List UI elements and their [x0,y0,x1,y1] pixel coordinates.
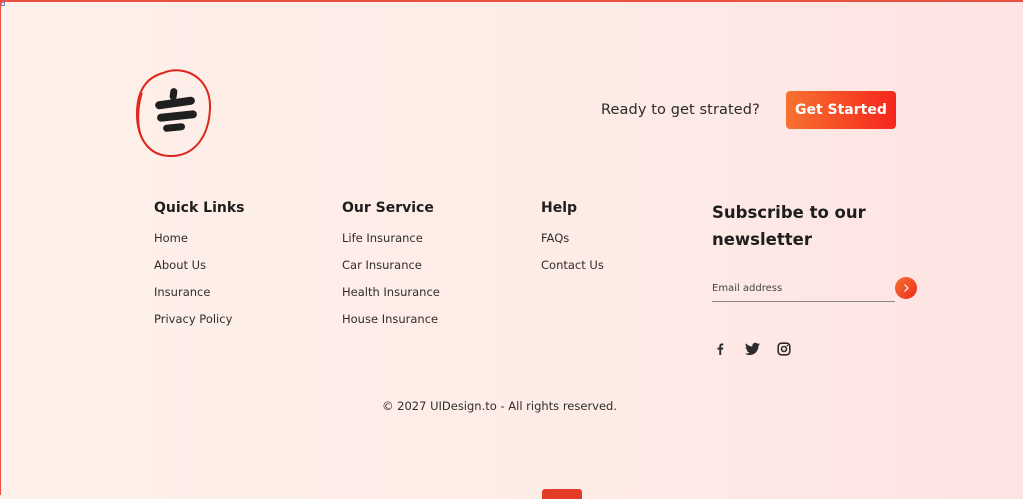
service-link-car-insurance[interactable]: Car Insurance [342,258,440,272]
our-service-column: Our Service Life Insurance Car Insurance… [342,199,440,339]
social-links [712,341,792,357]
twitter-link[interactable] [744,341,760,357]
subscribe-button[interactable] [895,277,917,299]
service-link-house-insurance[interactable]: House Insurance [342,312,440,326]
chevron-right-icon [904,284,909,292]
help-column: Help FAQs Contact Us [541,199,604,285]
cta-text: Ready to get strated? [601,102,760,118]
our-service-title: Our Service [342,200,434,216]
brand-logo[interactable] [133,64,215,160]
facebook-icon [717,343,724,355]
quick-links-column: Quick Links Home About Us Insurance Priv… [154,199,244,339]
quick-link-privacy-policy[interactable]: Privacy Policy [154,312,244,326]
instagram-icon [777,342,791,356]
service-link-health-insurance[interactable]: Health Insurance [342,285,440,299]
logo-icon [135,69,212,158]
facebook-link[interactable] [712,341,728,357]
quick-link-about-us[interactable]: About Us [154,258,244,272]
newsletter-section: Subscribe to our newsletter [712,199,922,356]
quick-link-insurance[interactable]: Insurance [154,285,244,299]
help-title: Help [541,200,578,216]
bottom-badge [542,489,582,499]
quick-link-home[interactable]: Home [154,231,244,245]
twitter-icon [744,342,760,355]
email-row [712,275,917,303]
help-link-faqs[interactable]: FAQs [541,231,604,245]
service-link-life-insurance[interactable]: Life Insurance [342,231,440,245]
get-started-button[interactable]: Get Started [785,91,896,129]
quick-links-title: Quick Links [154,200,245,216]
instagram-link[interactable] [776,341,792,357]
help-link-contact-us[interactable]: Contact Us [541,258,604,272]
email-input[interactable] [712,275,895,302]
copyright-text: © 2027 UIDesign.to - All rights reserved… [382,399,618,413]
cta-section: Ready to get strated? Get Started [601,91,896,129]
newsletter-title: Subscribe to our newsletter [712,203,866,249]
selection-corner-marker [1,2,5,6]
